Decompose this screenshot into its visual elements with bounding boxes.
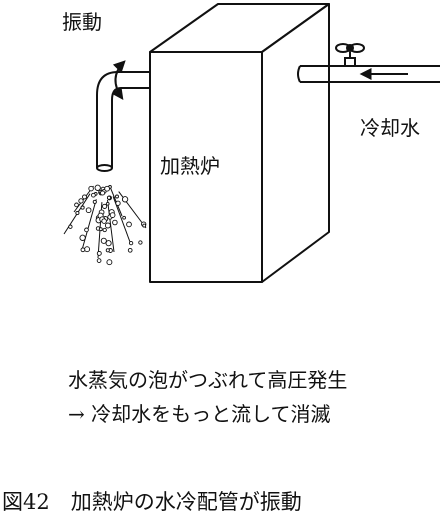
figure-caption: 図42 加熱炉の水冷配管が振動 bbox=[2, 490, 302, 514]
furnace-diagram bbox=[63, 3, 440, 283]
bubble bbox=[88, 185, 94, 192]
bubble bbox=[94, 184, 101, 191]
furnace-side-face bbox=[261, 3, 330, 283]
bubble bbox=[112, 219, 118, 226]
bubble bbox=[101, 218, 107, 224]
bubble bbox=[98, 227, 103, 232]
bubble bbox=[105, 201, 110, 206]
coolant-label: 冷却水 bbox=[360, 116, 420, 140]
bubble bbox=[142, 223, 147, 228]
bubble bbox=[85, 207, 92, 214]
bubble bbox=[84, 246, 91, 253]
vibration-label: 振動 bbox=[62, 10, 102, 34]
bubble bbox=[105, 248, 110, 253]
bubble bbox=[122, 215, 126, 220]
bubble bbox=[78, 198, 84, 204]
bubble bbox=[80, 247, 86, 253]
bubble bbox=[128, 240, 134, 246]
bubble bbox=[104, 185, 110, 192]
bubble bbox=[100, 237, 107, 244]
bubble bbox=[102, 227, 107, 233]
furnace-box bbox=[149, 3, 330, 283]
bubble bbox=[84, 227, 89, 233]
explanation-line-2: → 冷却水をもっと流して消滅 bbox=[68, 402, 331, 426]
bubble bbox=[96, 258, 102, 263]
bubble bbox=[127, 247, 133, 253]
bubble bbox=[138, 240, 143, 245]
furnace-label: 加熱炉 bbox=[160, 154, 220, 178]
bubble bbox=[102, 203, 108, 209]
faucet-icon bbox=[335, 43, 365, 67]
bubble bbox=[74, 202, 79, 208]
bubble bbox=[115, 200, 121, 206]
bubble bbox=[115, 194, 119, 199]
bubble bbox=[79, 234, 86, 241]
explanation-line-1: 水蒸気の泡がつぶれて高圧発生 bbox=[68, 368, 348, 392]
bubble bbox=[91, 192, 96, 198]
bubble bbox=[104, 222, 111, 229]
bubble bbox=[126, 221, 132, 228]
bubble bbox=[80, 205, 85, 210]
bubble-spray bbox=[63, 184, 147, 266]
bubble bbox=[121, 196, 129, 203]
bubble bbox=[106, 195, 112, 200]
bubble bbox=[109, 212, 116, 218]
vibration-arrow-icon bbox=[111, 60, 126, 100]
bubble bbox=[75, 210, 80, 216]
outlet-pipe bbox=[96, 71, 150, 172]
bubble bbox=[96, 250, 102, 256]
bubble bbox=[100, 190, 106, 196]
bubble bbox=[92, 199, 97, 204]
bubble bbox=[106, 259, 113, 266]
bubble bbox=[82, 194, 87, 200]
bubble bbox=[68, 224, 73, 229]
